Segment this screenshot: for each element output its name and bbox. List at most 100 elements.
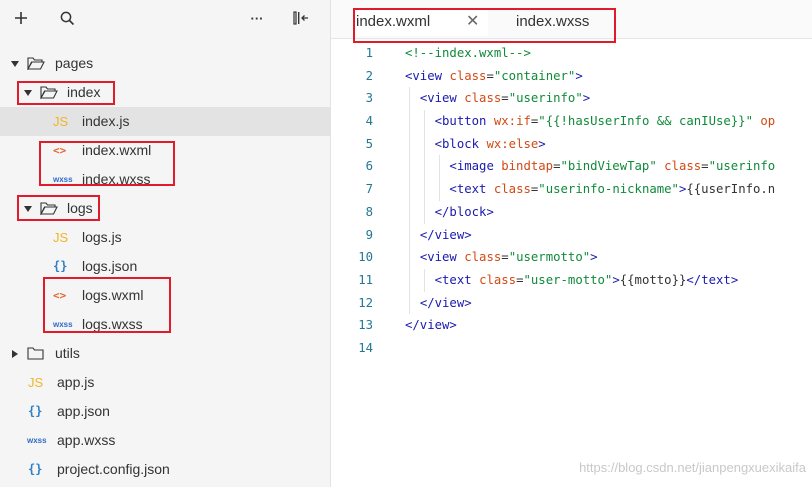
tree-label: logs — [67, 200, 93, 216]
tree-label: pages — [55, 55, 94, 71]
tree-label: utils — [55, 345, 80, 361]
wxss-file-icon: wxss — [53, 175, 73, 184]
js-file-icon: JS — [53, 114, 69, 129]
line-number: 10 — [358, 250, 373, 265]
tree-label: logs.js — [82, 229, 122, 245]
code-text: <button wx:if="{{!hasUserInfo && canIUse… — [434, 114, 776, 129]
wxss-file-icon: wxss — [27, 436, 47, 445]
tree-file-project-config[interactable]: {} project.config.json — [0, 455, 330, 484]
code-line[interactable]: 12 </view> — [331, 291, 812, 315]
code-text: <block wx:else> — [434, 136, 546, 151]
line-number: 1 — [365, 46, 373, 60]
tab-index-wxss[interactable]: index.wxss — [516, 8, 616, 36]
watermark: https://blog.csdn.net/jianpengxuexikaifa — [579, 460, 806, 475]
tree-label: app.json — [57, 403, 110, 419]
code-text: <!--index.wxml--> — [405, 46, 531, 60]
line-number: 6 — [365, 159, 373, 174]
line-number: 11 — [358, 272, 373, 287]
more-button[interactable]: ··· — [244, 6, 270, 32]
json-file-icon: {} — [28, 404, 43, 418]
tab-label: index.wxml — [356, 13, 431, 30]
tree-file-logs-js[interactable]: JS logs.js — [0, 223, 330, 252]
tree-folder-logs[interactable]: logs — [0, 194, 330, 223]
tree-file-index-wxss[interactable]: wxss index.wxss — [0, 165, 330, 194]
tree-file-app-js[interactable]: JS app.js — [0, 368, 330, 397]
line-number: 13 — [358, 318, 373, 333]
tree-label: logs.json — [82, 258, 138, 274]
json-file-icon: {} — [28, 462, 43, 476]
line-number: 5 — [365, 136, 373, 151]
line-number: 7 — [365, 182, 373, 197]
code-line[interactable]: 13 </view> — [331, 314, 812, 337]
tree-folder-utils[interactable]: utils — [0, 339, 330, 368]
folder-open-icon — [27, 57, 45, 70]
code-line[interactable]: 7 <text class="userinfo-nickname">{{user… — [331, 178, 812, 201]
code-line[interactable]: 3 <view class="userinfo"> — [331, 87, 812, 111]
code-line[interactable]: 9 </view> — [331, 223, 812, 247]
chevron-down-icon — [11, 61, 19, 67]
code-area[interactable]: 1 <!--index.wxml--> 2 <view class="containe… — [331, 42, 812, 360]
tree-label: index — [67, 84, 101, 100]
tree-label: logs.wxss — [82, 316, 143, 332]
code-line[interactable]: 8 </block> — [331, 200, 812, 224]
line-number: 4 — [365, 114, 373, 129]
js-file-icon: JS — [53, 230, 69, 245]
code-line[interactable]: 11 <text class="user-motto">{{motto}}</t… — [331, 268, 812, 292]
folder-open-icon — [40, 86, 58, 99]
line-number: 8 — [365, 204, 373, 219]
tree-label: app.wxss — [57, 432, 116, 448]
wxss-file-icon: wxss — [53, 320, 73, 329]
chevron-right-icon — [12, 350, 18, 358]
tree-label: logs.wxml — [82, 287, 144, 303]
tree-file-app-json[interactable]: {} app.json — [0, 397, 330, 426]
code-line[interactable]: 4 <button wx:if="{{!hasUserInfo && canIU… — [331, 110, 812, 133]
explorer-toolbar: ··· — [0, 0, 330, 38]
wxml-file-icon: <> — [53, 289, 67, 302]
line-number: 2 — [365, 68, 373, 83]
tree-label: index.js — [82, 113, 130, 129]
line-number: 14 — [358, 340, 373, 355]
chevron-down-icon — [24, 206, 32, 212]
js-file-icon: JS — [28, 375, 44, 390]
code-line[interactable]: 10 <view class="usermotto"> — [331, 246, 812, 269]
code-line[interactable]: 5 <block wx:else> — [331, 132, 812, 156]
tab-index-wxml[interactable]: index.wxml ✕ — [356, 8, 488, 36]
folder-open-icon — [40, 202, 58, 215]
file-tree: pages index JS index.js <> index.wxml wx… — [0, 49, 330, 484]
tree-label: project.config.json — [57, 461, 170, 477]
tree-file-logs-json[interactable]: {} logs.json — [0, 252, 330, 281]
tree-file-index-js[interactable]: JS index.js — [0, 107, 330, 136]
code-text: <view class="userinfo"> — [419, 91, 591, 106]
tree-label: app.js — [57, 374, 95, 390]
file-explorer-sidebar: ··· pages index JS index.js <> index.wxm… — [0, 0, 331, 487]
plus-icon[interactable] — [8, 6, 34, 32]
wxml-file-icon: <> — [53, 144, 67, 157]
line-number: 12 — [358, 295, 373, 310]
line-number: 9 — [365, 227, 373, 242]
editor-tab-bar: index.wxml ✕ index.wxss — [331, 0, 812, 43]
close-icon[interactable]: ✕ — [466, 8, 479, 36]
code-text: </view> — [419, 227, 472, 242]
code-text: </block> — [434, 204, 494, 219]
code-text: <image bindtap="bindViewTap" class="user… — [449, 159, 776, 174]
folder-icon — [27, 347, 44, 360]
tree-folder-pages[interactable]: pages — [0, 49, 330, 78]
tab-label: index.wxss — [516, 13, 590, 30]
code-line[interactable]: 6 <image bindtap="bindViewTap" class="us… — [331, 155, 812, 179]
tree-file-index-wxml[interactable]: <> index.wxml — [0, 136, 330, 165]
tree-label: index.wxss — [82, 171, 151, 187]
code-editor: index.wxml ✕ index.wxss 1 <!--index.wxml-… — [331, 0, 812, 487]
code-line[interactable]: 2 <view class="container"> — [331, 65, 812, 88]
code-line[interactable]: 1 <!--index.wxml--> — [331, 42, 812, 65]
code-text: <view class="usermotto"> — [419, 250, 598, 265]
tree-folder-index[interactable]: index — [0, 78, 330, 107]
code-text: <view class="container"> — [405, 68, 583, 83]
code-line[interactable]: 14 — [331, 337, 812, 360]
tree-file-logs-wxml[interactable]: <> logs.wxml — [0, 281, 330, 310]
line-number: 3 — [365, 91, 373, 106]
json-file-icon: {} — [53, 259, 68, 273]
tree-file-app-wxss[interactable]: wxss app.wxss — [0, 426, 330, 455]
tree-file-logs-wxss[interactable]: wxss logs.wxss — [0, 310, 330, 339]
collapse-panel-icon[interactable] — [288, 6, 314, 32]
search-icon[interactable] — [54, 6, 80, 32]
